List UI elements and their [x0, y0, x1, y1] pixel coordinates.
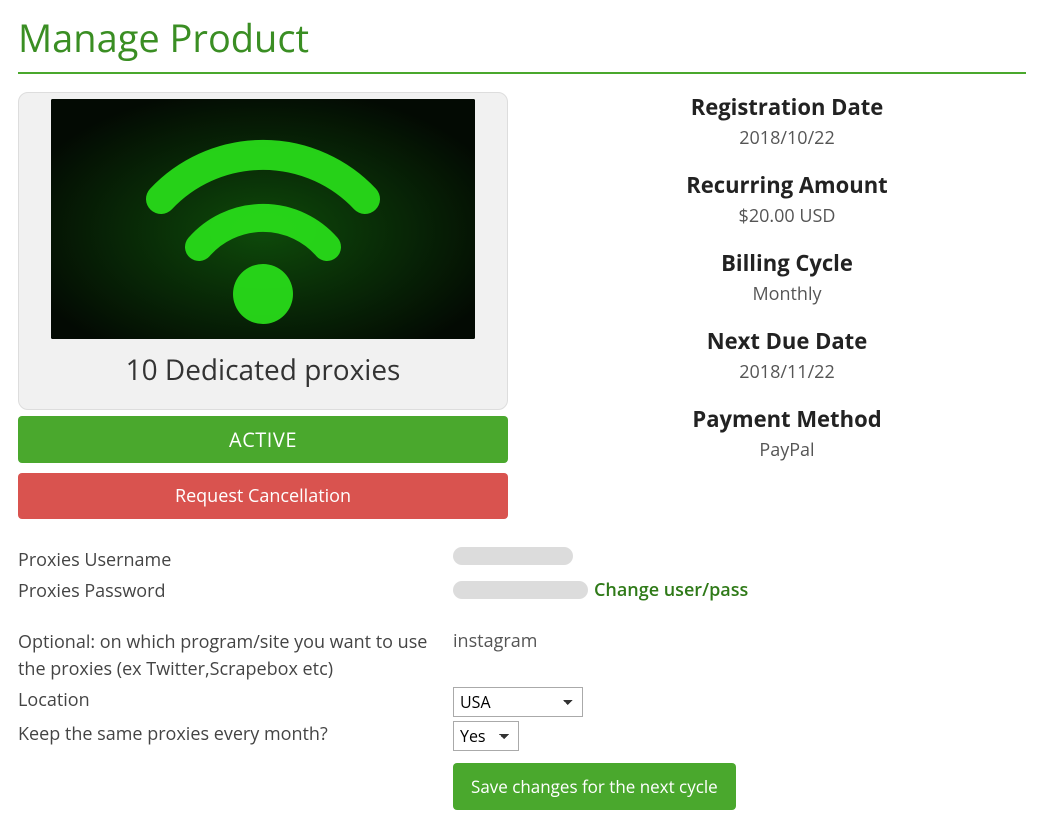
change-user-pass-link[interactable]: Change user/pass [594, 578, 748, 602]
proxies-username-value [453, 547, 573, 565]
product-details: Registration Date 2018/10/22 Recurring A… [548, 92, 1026, 482]
product-title: 10 Dedicated proxies [19, 351, 507, 389]
proxies-password-label: Proxies Password [18, 578, 453, 605]
page-title: Manage Product [18, 12, 1026, 74]
registration-date-value: 2018/10/22 [548, 126, 1026, 150]
payment-method-value: PayPal [548, 438, 1026, 462]
proxies-password-value [453, 581, 588, 599]
location-label: Location [18, 687, 453, 714]
payment-method-label: Payment Method [548, 404, 1026, 434]
recurring-amount-label: Recurring Amount [548, 170, 1026, 200]
save-changes-button[interactable]: Save changes for the next cycle [453, 763, 736, 810]
location-select[interactable]: USA [453, 687, 583, 717]
recurring-amount-value: $20.00 USD [548, 204, 1026, 228]
request-cancellation-button[interactable]: Request Cancellation [18, 473, 508, 519]
product-card: 10 Dedicated proxies [18, 92, 508, 410]
wifi-icon [51, 99, 475, 339]
billing-cycle-value: Monthly [548, 282, 1026, 306]
next-due-date-value: 2018/11/22 [548, 360, 1026, 384]
keep-same-select[interactable]: Yes [453, 721, 519, 751]
registration-date-label: Registration Date [548, 92, 1026, 122]
billing-cycle-label: Billing Cycle [548, 248, 1026, 278]
next-due-date-label: Next Due Date [548, 326, 1026, 356]
program-label: Optional: on which program/site you want… [18, 629, 453, 683]
status-badge: ACTIVE [18, 416, 508, 463]
proxies-username-label: Proxies Username [18, 547, 453, 574]
program-value: instagram [453, 629, 537, 653]
product-image [51, 99, 475, 339]
keep-same-label: Keep the same proxies every month? [18, 721, 453, 748]
